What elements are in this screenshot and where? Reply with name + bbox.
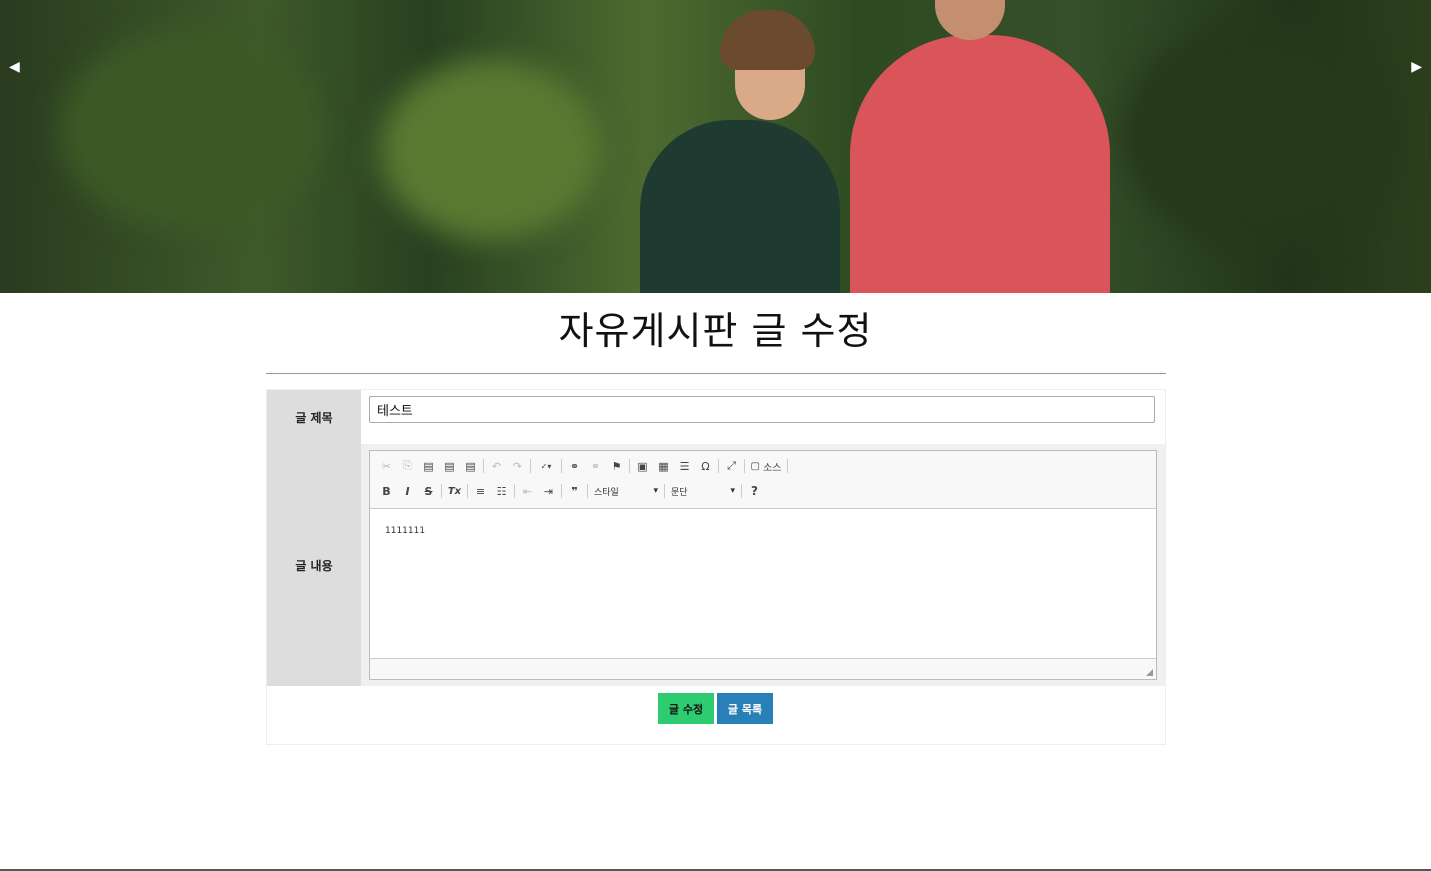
editor-content-text: 1111111 xyxy=(385,526,426,536)
redo-icon[interactable]: ↷ xyxy=(507,456,528,476)
indent-icon[interactable]: ⇥ xyxy=(538,481,559,501)
editor-content-area[interactable]: 1111111 xyxy=(370,508,1156,658)
help-button[interactable]: ? xyxy=(744,481,765,501)
link-icon[interactable]: ⚭ xyxy=(564,456,585,476)
runner-woman-image xyxy=(640,120,840,293)
page-title: 자유게시판 글 수정 xyxy=(558,309,873,353)
italic-button[interactable]: I xyxy=(397,481,418,501)
toolbar-separator xyxy=(483,459,484,473)
copy-icon[interactable]: ⎘ xyxy=(397,456,418,476)
spellcheck-icon[interactable]: ✓▾ xyxy=(533,456,559,476)
toolbar-separator xyxy=(741,484,742,498)
outdent-icon[interactable]: ⇤ xyxy=(517,481,538,501)
toolbar-separator xyxy=(744,459,745,473)
format-combo-label: 문단 xyxy=(671,487,688,498)
special-char-icon[interactable]: Ω xyxy=(695,456,716,476)
paste-text-icon[interactable]: ▤ xyxy=(439,456,460,476)
title-input[interactable] xyxy=(369,396,1155,423)
toolbar-separator xyxy=(514,484,515,498)
unlink-icon[interactable]: ⚭ xyxy=(585,456,606,476)
source-label: 소스 xyxy=(763,462,782,474)
paste-word-icon[interactable]: ▤ xyxy=(460,456,481,476)
toolbar-separator xyxy=(664,484,665,498)
numbered-list-icon[interactable]: ≡ xyxy=(470,481,491,501)
anchor-flag-icon[interactable]: ⚑ xyxy=(606,456,627,476)
runner-man-image xyxy=(850,35,1110,293)
next-slide-arrow[interactable]: ▶ xyxy=(1411,58,1422,76)
bold-button[interactable]: B xyxy=(376,481,397,501)
clear-format-button[interactable]: Tx xyxy=(444,481,465,501)
paste-icon[interactable]: ▤ xyxy=(418,456,439,476)
toolbar-separator xyxy=(441,484,442,498)
editor-toolbar: ✂ ⎘ ▤ ▤ ▤ ↶ ↷ ✓▾ ⚭ ⚭ ⚑ ▣ ▦ ☰ Ω ⤢ ▢ 소스 B … xyxy=(370,451,1156,509)
source-icon: ▢ xyxy=(750,460,760,472)
toolbar-separator xyxy=(629,459,630,473)
resize-handle-icon[interactable] xyxy=(1146,669,1153,676)
rich-text-editor: ✂ ⎘ ▤ ▤ ▤ ↶ ↷ ✓▾ ⚭ ⚭ ⚑ ▣ ▦ ☰ Ω ⤢ ▢ 소스 B … xyxy=(369,450,1157,680)
image-icon[interactable]: ▣ xyxy=(632,456,653,476)
blockquote-icon[interactable]: ❞ xyxy=(564,481,585,501)
prev-slide-arrow[interactable]: ◀ xyxy=(9,58,20,76)
title-divider xyxy=(266,373,1166,374)
style-combo-label: 스타일 xyxy=(594,487,619,498)
hero-banner: ◀ ▶ xyxy=(0,0,1431,293)
runner-woman-hair xyxy=(720,10,815,70)
maximize-icon[interactable]: ⤢ xyxy=(721,456,742,476)
chevron-down-icon: ▾ xyxy=(653,486,658,496)
title-label: 글 제목 xyxy=(267,390,361,444)
cut-icon[interactable]: ✂ xyxy=(376,456,397,476)
content-label: 글 내용 xyxy=(267,444,361,686)
toolbar-row-1: ✂ ⎘ ▤ ▤ ▤ ↶ ↷ ✓▾ ⚭ ⚭ ⚑ ▣ ▦ ☰ Ω ⤢ ▢ 소스 xyxy=(376,455,790,477)
runner-man-face xyxy=(935,0,1005,40)
table-icon[interactable]: ▦ xyxy=(653,456,674,476)
undo-icon[interactable]: ↶ xyxy=(486,456,507,476)
style-combo[interactable]: 스타일 ▾ xyxy=(590,482,662,500)
toolbar-separator xyxy=(587,484,588,498)
toolbar-separator xyxy=(467,484,468,498)
edit-post-button[interactable]: 글 수정 xyxy=(658,693,714,724)
toolbar-row-2: B I S Tx ≡ ☷ ⇤ ⇥ ❞ 스타일 ▾ 문단 ▾ ? xyxy=(376,480,765,502)
edit-form: 글 제목 글 내용 ✂ ⎘ ▤ ▤ ▤ ↶ ↷ ✓▾ ⚭ ⚭ ⚑ ▣ xyxy=(266,389,1166,745)
toolbar-separator xyxy=(561,484,562,498)
bulleted-list-icon[interactable]: ☷ xyxy=(491,481,512,501)
post-list-button[interactable]: 글 목록 xyxy=(717,693,773,724)
source-button[interactable]: ▢ 소스 xyxy=(747,456,785,476)
toolbar-separator xyxy=(718,459,719,473)
toolbar-separator xyxy=(787,459,788,473)
format-combo[interactable]: 문단 ▾ xyxy=(667,482,739,500)
horizontal-line-icon[interactable]: ☰ xyxy=(674,456,695,476)
chevron-down-icon: ▾ xyxy=(730,486,735,496)
editor-footer xyxy=(370,658,1156,679)
toolbar-separator xyxy=(561,459,562,473)
strike-button[interactable]: S xyxy=(418,481,439,501)
toolbar-separator xyxy=(530,459,531,473)
